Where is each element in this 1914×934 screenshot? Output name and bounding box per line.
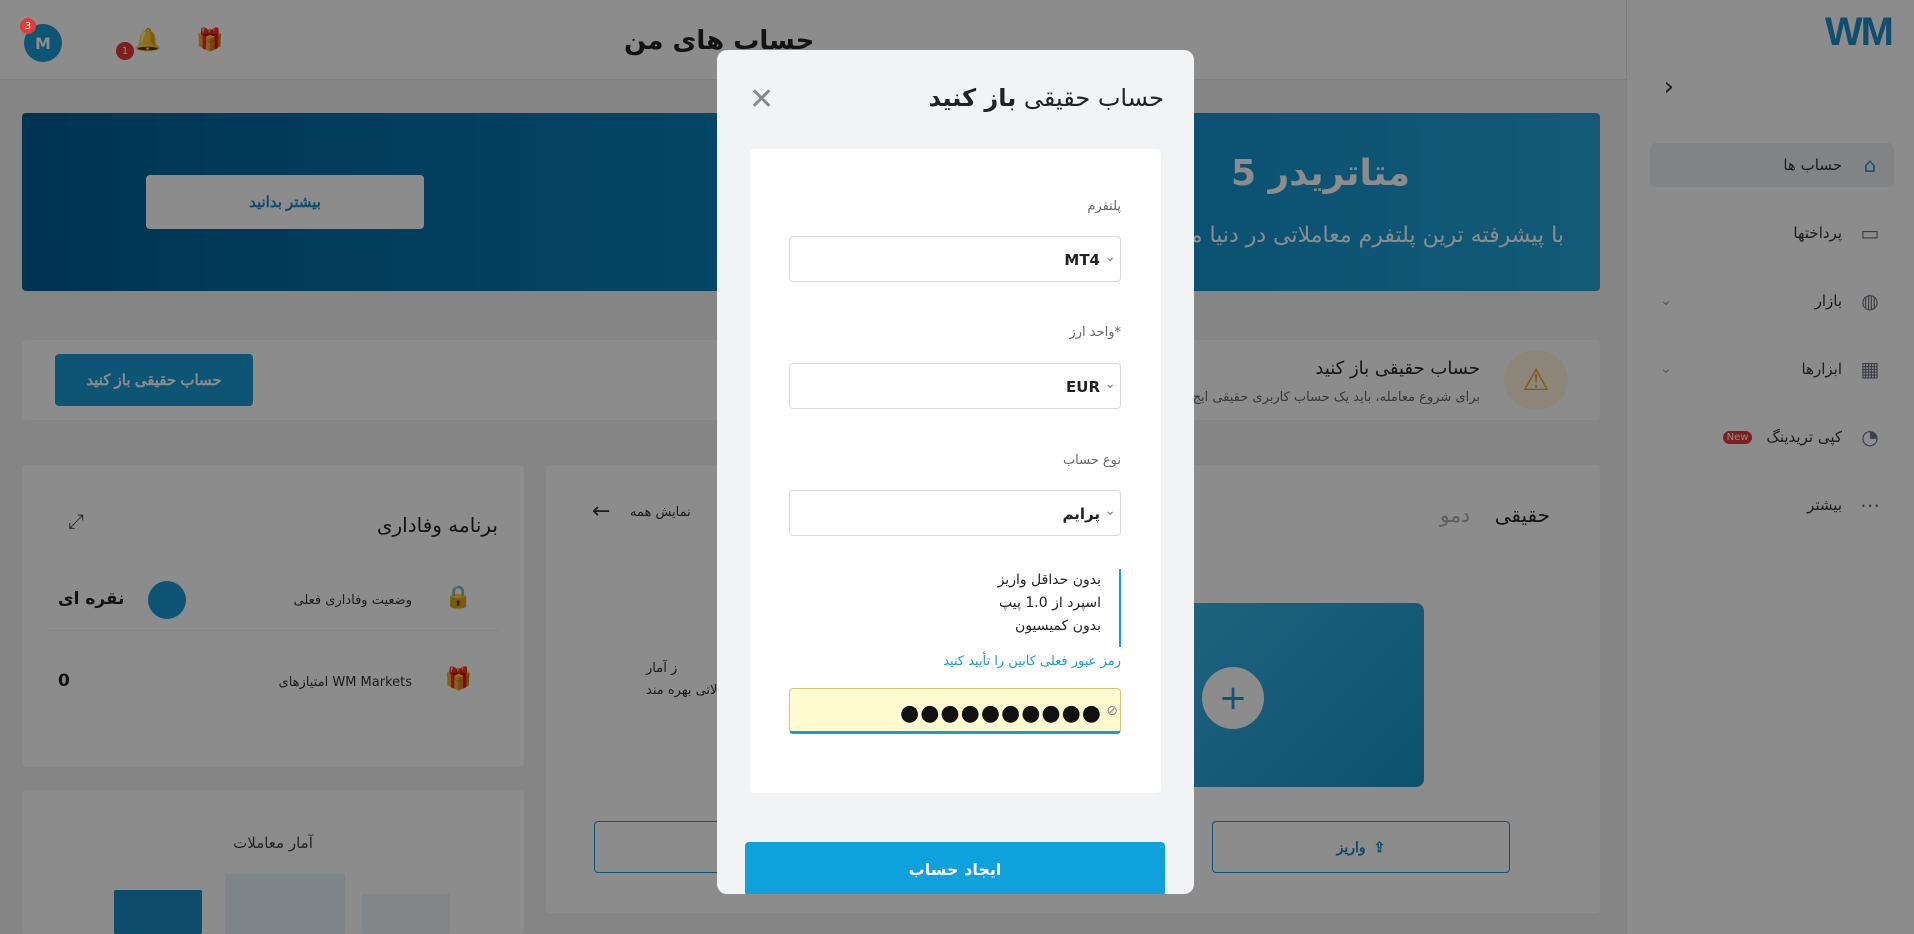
- chevron-down-icon: ⌄: [1104, 376, 1116, 392]
- avatar-badge: 3: [20, 18, 36, 34]
- password-mask: ●●●●●●●●●●: [900, 701, 1102, 726]
- account-type-label: نوع حساب: [1062, 453, 1121, 468]
- account-type-select[interactable]: ⌄ پرایم: [789, 490, 1121, 536]
- account-features: بدون حداقل واریز اسپرد از 1.0 پیپ بدون ک…: [789, 569, 1121, 647]
- confirm-password-link[interactable]: رمز عبور فعلی کابین را تأیید کنید: [943, 654, 1121, 669]
- eye-off-icon[interactable]: ⊘: [1106, 703, 1118, 719]
- feature-item: بدون کمیسیون: [1015, 618, 1101, 634]
- platform-select[interactable]: ⌄ MT4: [789, 236, 1121, 282]
- chevron-down-icon: ⌄: [1104, 249, 1116, 265]
- feature-item: بدون حداقل واریز: [997, 572, 1101, 588]
- modal-title-prefix: حساب حقیقی: [1016, 84, 1164, 112]
- modal-title: حساب حقیقی باز کنید: [929, 84, 1164, 112]
- account-type-value: پرایم: [1062, 505, 1101, 523]
- open-real-account-modal: حساب حقیقی باز کنید ✕ پلتفرم ⌄ MT4 واحد …: [717, 50, 1194, 894]
- feature-item: اسپرد از 1.0 پیپ: [999, 595, 1101, 611]
- create-account-button[interactable]: ایجاد حساب: [745, 842, 1165, 894]
- currency-value: EUR: [1066, 378, 1100, 396]
- currency-label: واحد ارز*: [1069, 325, 1121, 340]
- close-icon[interactable]: ✕: [749, 82, 774, 117]
- password-field[interactable]: ⊘ ●●●●●●●●●●: [789, 688, 1121, 734]
- currency-select[interactable]: ⌄ EUR: [789, 363, 1121, 409]
- modal-title-bold: باز کنید: [928, 84, 1017, 112]
- platform-value: MT4: [1064, 251, 1100, 269]
- chevron-down-icon: ⌄: [1104, 503, 1116, 519]
- platform-label: پلتفرم: [1087, 199, 1121, 214]
